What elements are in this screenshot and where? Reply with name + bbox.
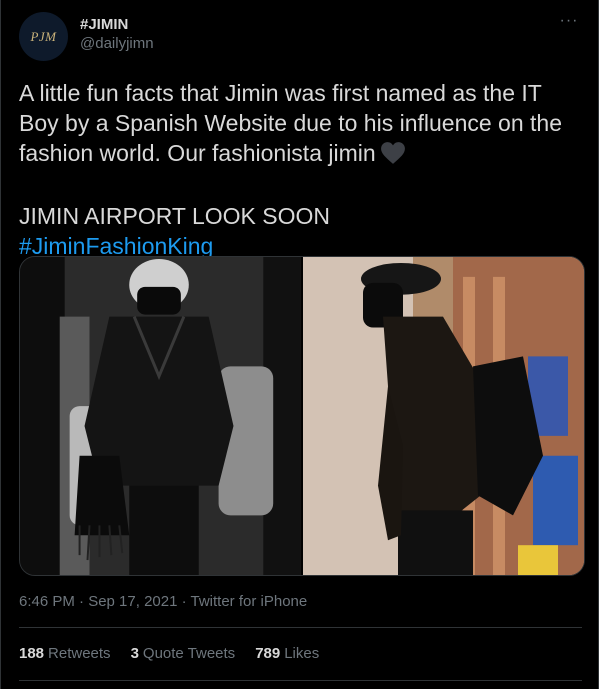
quote-tweets-label: Quote Tweets [142,645,236,662]
photo-1-image [20,257,301,575]
user-handle[interactable]: @dailyjimn [80,34,154,54]
tweet-line-2: JIMIN AIRPORT LOOK SOON [19,203,330,229]
tweet-stats: 188 Retweets 3 Quote Tweets 789 Likes [19,644,319,664]
divider [19,680,582,681]
retweets-label: Retweets [48,645,111,662]
avatar-logo: PJM [30,28,57,44]
tweet-paragraph: A little fun facts that Jimin was first … [19,78,584,168]
media-grid [19,256,585,576]
retweets-stat[interactable]: 188 Retweets [19,644,111,664]
author-names: #JIMIN @dailyjimn [80,16,154,54]
photo-2-image [303,257,584,575]
quote-tweets-stat[interactable]: 3 Quote Tweets [131,644,236,664]
tweet-client[interactable]: Twitter for iPhone [191,593,308,610]
avatar[interactable]: PJM [19,12,68,61]
retweets-count: 188 [19,645,45,662]
tweet-header: PJM #JIMIN @dailyjimn ··· [19,12,582,62]
likes-count: 789 [255,645,281,662]
tweet-card: PJM #JIMIN @dailyjimn ··· A little fun f… [0,0,599,689]
likes-label: Likes [284,645,320,662]
tweet-text: A little fun facts that Jimin was first … [19,78,584,261]
divider [19,627,582,628]
tweet-line-1: A little fun facts that Jimin was first … [19,80,562,166]
black-heart-icon [380,142,405,164]
display-name[interactable]: #JIMIN [80,16,154,34]
more-options-icon[interactable]: ··· [558,13,580,32]
photo-2[interactable] [303,257,584,575]
tweet-timestamp[interactable]: 6:46 PM · Sep 17, 2021 · [19,593,191,610]
tweet-meta: 6:46 PM · Sep 17, 2021 · Twitter for iPh… [19,592,307,612]
quote-tweets-count: 3 [130,645,139,662]
photo-1[interactable] [20,257,303,575]
likes-stat[interactable]: 789 Likes [255,644,319,664]
